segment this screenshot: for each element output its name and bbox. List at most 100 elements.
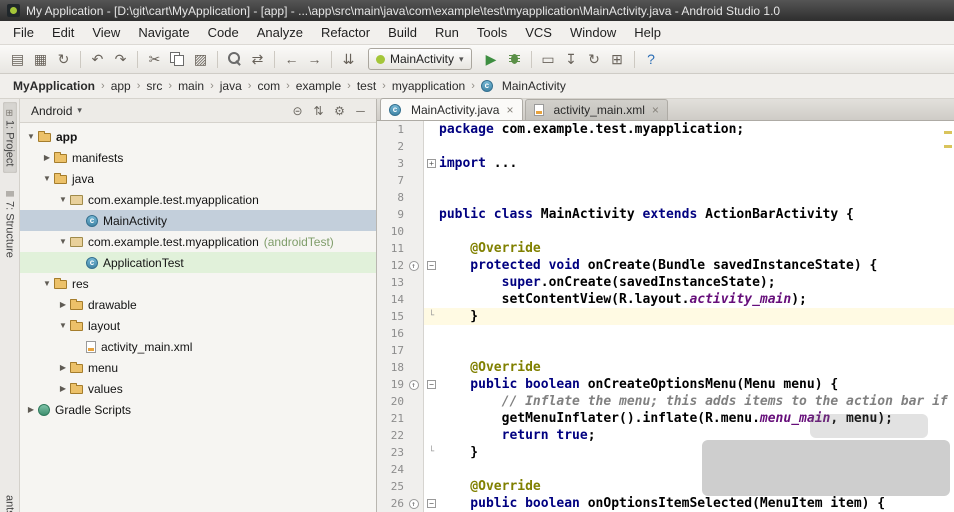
code-line-18[interactable]: 18 @Override [377, 359, 954, 376]
tree-item-java[interactable]: ▼ java [20, 168, 376, 189]
copy-icon[interactable] [166, 49, 189, 70]
replace-icon[interactable]: ⇄ [246, 49, 269, 70]
code-line-3[interactable]: 3 + import ... [377, 155, 954, 172]
code-line-11[interactable]: 11 @Override [377, 240, 954, 257]
code-editor[interactable]: 1 package com.example.test.myapplication;… [377, 121, 954, 512]
breadcrumb-test[interactable]: test [354, 78, 379, 94]
chevron-right-icon[interactable]: ▶ [40, 153, 54, 162]
fold-marker[interactable]: − [424, 257, 439, 274]
fold-marker[interactable]: − [424, 376, 439, 393]
tool-button-7-structure[interactable]: ≣ 7: Structure [3, 183, 17, 264]
chevron-right-icon[interactable]: ▶ [56, 300, 70, 309]
tree-item-app[interactable]: ▼ app [20, 126, 376, 147]
chevron-down-icon[interactable]: ▼ [40, 174, 54, 183]
tree-item-package-androidtest[interactable]: ▼ com.example.test.myapplication (androidT… [20, 231, 376, 252]
menu-code[interactable]: Code [199, 22, 248, 43]
tab-mainactivity-java[interactable]: c MainActivity.java × [380, 98, 523, 120]
breadcrumb-java[interactable]: java [217, 78, 245, 94]
error-stripe-mark[interactable] [944, 145, 952, 148]
fold-marker[interactable]: − [424, 495, 439, 512]
breadcrumb-com[interactable]: com [254, 78, 283, 94]
tab-activity-main-xml[interactable]: activity_main.xml × [524, 99, 668, 120]
tree-item-layout[interactable]: ▼ layout [20, 315, 376, 336]
hide-panel-icon[interactable]: ─ [351, 102, 370, 120]
project-view-select[interactable]: Android ▾ [26, 102, 87, 120]
fold-marker[interactable]: └ [424, 308, 439, 325]
undo-icon[interactable]: ↶ [86, 49, 109, 70]
redo-icon[interactable]: ↷ [109, 49, 132, 70]
menu-view[interactable]: View [83, 22, 129, 43]
chevron-down-icon[interactable]: ▼ [24, 132, 38, 141]
save-all-icon[interactable]: ▦ [29, 49, 52, 70]
code-line-12[interactable]: 12 ↑ − protected void onCreate(Bundle save… [377, 257, 954, 274]
breadcrumb-main[interactable]: main [175, 78, 207, 94]
code-line-7[interactable]: 7 [377, 172, 954, 189]
tool-button-build-variants[interactable]: ants [3, 495, 17, 512]
breadcrumb-example[interactable]: example [293, 78, 344, 94]
tree-item-menu[interactable]: ▶ menu [20, 357, 376, 378]
override-method-icon[interactable]: ↑ [406, 495, 421, 512]
collapse-all-icon[interactable]: ⊝ [288, 102, 307, 120]
find-icon[interactable] [223, 49, 246, 70]
forward-icon[interactable]: → [303, 49, 326, 70]
tree-item-applicationtest[interactable]: c ApplicationTest [20, 252, 376, 273]
chevron-down-icon[interactable]: ▼ [56, 321, 70, 330]
help-icon[interactable]: ? [640, 49, 663, 70]
override-method-icon[interactable]: ↑ [406, 376, 421, 393]
run-configuration-select[interactable]: MainActivity ▾ [368, 48, 472, 70]
error-stripe-mark[interactable] [944, 131, 952, 134]
override-method-icon[interactable]: ↑ [406, 257, 421, 274]
code-line-1[interactable]: 1 package com.example.test.myapplication; [377, 121, 954, 138]
code-line-15[interactable]: 15 └ } [377, 308, 954, 325]
chevron-right-icon[interactable]: ▶ [24, 405, 38, 414]
close-tab-icon[interactable]: × [506, 103, 513, 117]
fold-marker[interactable]: + [424, 155, 439, 172]
breadcrumb-myapplication[interactable]: myapplication [389, 78, 468, 94]
code-line-8[interactable]: 8 [377, 189, 954, 206]
menu-vcs[interactable]: VCS [516, 22, 561, 43]
code-line-20[interactable]: 20 // Inflate the menu; this adds items … [377, 393, 954, 410]
tool-button-1-project[interactable]: ⊞ 1: Project [2, 102, 17, 174]
menu-file[interactable]: File [4, 22, 43, 43]
breadcrumb-src[interactable]: src [143, 78, 165, 94]
tree-item-activity-main-xml[interactable]: activity_main.xml [20, 336, 376, 357]
chevron-right-icon[interactable]: ▶ [56, 363, 70, 372]
settings-gear-icon[interactable]: ⚙ [330, 102, 349, 120]
tree-item-package-main[interactable]: ▼ com.example.test.myapplication [20, 189, 376, 210]
breadcrumb-myapplication[interactable]: MyApplication [10, 78, 98, 94]
avd-manager-icon[interactable]: ▭ [537, 49, 560, 70]
code-line-26[interactable]: 26 ↑ − public boolean onOptionsItemSelecte… [377, 495, 954, 512]
fold-marker[interactable]: └ [424, 444, 439, 461]
code-line-17[interactable]: 17 [377, 342, 954, 359]
project-structure-icon[interactable]: ⊞ [606, 49, 629, 70]
back-icon[interactable]: ← [280, 49, 303, 70]
code-line-19[interactable]: 19 ↑ − public boolean onCreateOptionsMenu(… [377, 376, 954, 393]
menu-edit[interactable]: Edit [43, 22, 83, 43]
chevron-down-icon[interactable]: ▼ [40, 279, 54, 288]
cut-icon[interactable]: ✂ [143, 49, 166, 70]
menu-navigate[interactable]: Navigate [129, 22, 198, 43]
code-line-16[interactable]: 16 [377, 325, 954, 342]
code-line-14[interactable]: 14 setContentView(R.layout.activity_main… [377, 291, 954, 308]
menu-build[interactable]: Build [379, 22, 426, 43]
chevron-right-icon[interactable]: ▶ [56, 384, 70, 393]
chevron-down-icon[interactable]: ▼ [56, 237, 70, 246]
tree-item-values[interactable]: ▶ values [20, 378, 376, 399]
run-icon[interactable]: ▶ [480, 49, 503, 70]
tree-item-mainactivity[interactable]: c MainActivity [20, 210, 376, 231]
paste-icon[interactable]: ▨ [189, 49, 212, 70]
menu-window[interactable]: Window [561, 22, 625, 43]
chevron-down-icon[interactable]: ▼ [56, 195, 70, 204]
scroll-to-source-icon[interactable]: ⇅ [309, 102, 328, 120]
code-line-10[interactable]: 10 [377, 223, 954, 240]
menu-refactor[interactable]: Refactor [312, 22, 379, 43]
code-line-2[interactable]: 2 [377, 138, 954, 155]
synchronize-icon[interactable]: ↻ [52, 49, 75, 70]
menu-analyze[interactable]: Analyze [248, 22, 312, 43]
debug-icon[interactable] [503, 49, 526, 70]
menu-tools[interactable]: Tools [468, 22, 516, 43]
sync-gradle-icon[interactable]: ↻ [583, 49, 606, 70]
tree-item-manifests[interactable]: ▶ manifests [20, 147, 376, 168]
menu-help[interactable]: Help [625, 22, 670, 43]
tree-item-res[interactable]: ▼ res [20, 273, 376, 294]
